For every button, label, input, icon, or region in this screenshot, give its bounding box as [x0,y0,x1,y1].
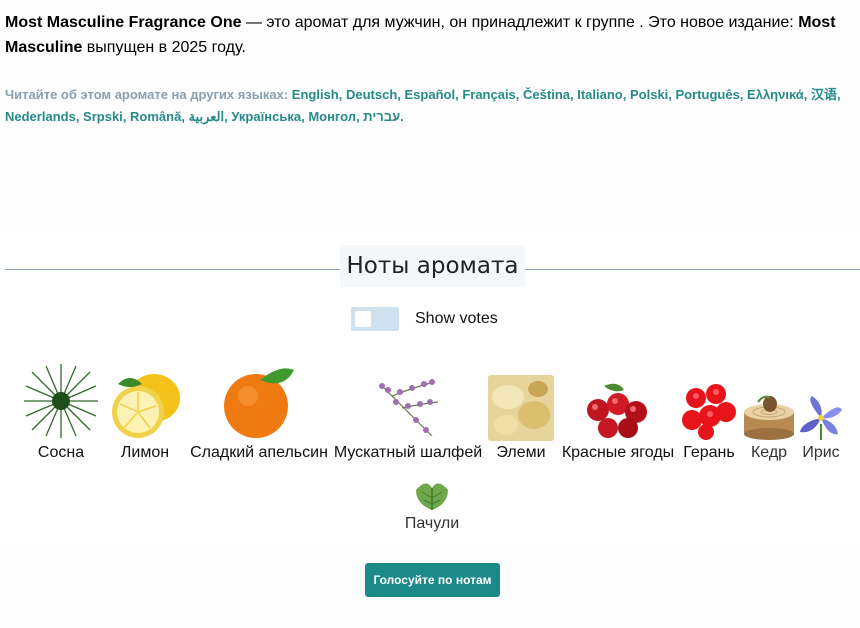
show-votes-label: Show votes [415,310,498,327]
note-name: Герань [683,444,735,461]
notes-heading: Ноты аромата [340,245,525,287]
description-text-1: — это аромат для мужчин, он принадлежит … [241,14,799,31]
cedar-icon [744,395,794,440]
note-name: Лимон [120,444,170,461]
language-separator: , [338,87,346,102]
languages-prefix: Читайте об этом аромате на других языках… [5,87,292,102]
language-separator: , [803,87,812,102]
language-link[interactable]: עברית [363,109,400,124]
lemon-icon [112,374,180,438]
note-name: Сосна [37,444,85,461]
vote-notes-button[interactable]: Голосуйте по нотам [365,563,500,597]
language-link[interactable]: Deutsch [346,87,397,102]
berries-icon [587,383,647,438]
language-separator: , [75,109,84,124]
sage-icon [379,379,439,437]
language-link[interactable]: Română [130,109,181,124]
pine-icon [22,362,100,440]
language-link[interactable]: Čeština [523,87,570,102]
language-link[interactable]: 汉语 [811,87,837,102]
language-separator: , [668,87,676,102]
language-link[interactable]: العربية [189,109,225,124]
language-separator: , [515,87,524,102]
languages-end: . [400,109,404,124]
language-link[interactable]: Монгол [308,109,356,124]
language-link[interactable]: Srpski [83,109,123,124]
toggle-knob [355,311,371,327]
language-separator: , [181,109,189,124]
language-link[interactable]: Español [405,87,456,102]
geranium-icon [682,384,736,440]
other-languages: Читайте об этом аромате на других языках… [5,84,855,128]
description-text-2: выпущен в 2025 году. [82,39,246,56]
note-name: Элеми [496,444,546,461]
orange-icon [224,368,294,438]
language-link[interactable]: Nederlands [5,109,76,124]
perfume-description: Most Masculine Fragrance One — это арома… [5,10,855,60]
language-link[interactable]: Ελληνικά [747,87,804,102]
elemi-icon [488,375,554,441]
language-link[interactable]: Português [676,87,740,102]
show-votes-toggle[interactable] [351,307,399,331]
note-name: Сладкий апельсин [190,444,328,461]
note-name: Красные ягоды [561,444,675,461]
perfume-name: Most Masculine Fragrance One [5,14,242,31]
note-name: Мускатный шалфей [333,444,483,461]
language-link[interactable]: Italiano [577,87,623,102]
note-name: Ирис [802,444,840,461]
note-name: Пачули [404,515,460,532]
language-separator: , [739,87,748,102]
language-separator: , [122,109,131,124]
language-link[interactable]: English [292,87,339,102]
patchouli-icon [416,483,448,510]
language-separator: , [397,87,405,102]
note-name: Кедр [750,444,788,461]
language-link[interactable]: Français [462,87,515,102]
iris-icon [800,396,842,440]
language-link[interactable]: Українська [231,109,301,124]
language-separator: , [837,87,841,102]
language-separator: , [622,87,630,102]
language-link[interactable]: Polski [630,87,668,102]
